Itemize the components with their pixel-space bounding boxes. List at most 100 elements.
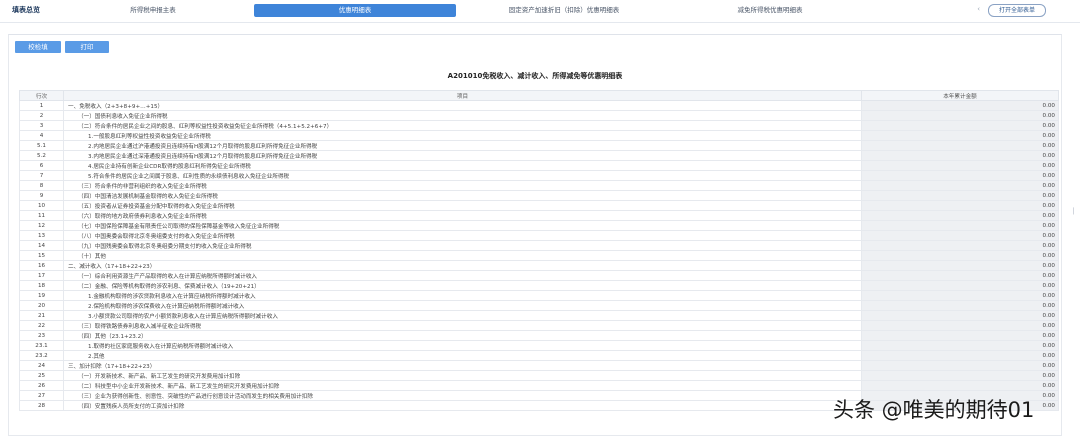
amount-cell[interactable]: 0.00 bbox=[861, 360, 1059, 371]
table-row: 23 （四）其他（23.1+23.2） 0.00 bbox=[19, 330, 1059, 341]
item-cell: （八）中国奥委会取得北京冬奥组委支付的收入免征企业所得税 bbox=[63, 230, 862, 241]
amount-cell[interactable]: 0.00 bbox=[861, 190, 1059, 201]
amount-cell[interactable]: 0.00 bbox=[861, 260, 1059, 271]
row-number-cell: 27 bbox=[19, 390, 64, 401]
amount-cell[interactable]: 0.00 bbox=[861, 370, 1059, 381]
table-row: 10 （五）投资者从证券投资基金分配中取得的收入免征企业所得税 0.00 bbox=[19, 200, 1059, 211]
item-cell: 二、减计收入（17+18+22+23） bbox=[63, 260, 862, 271]
amount-cell[interactable]: 0.00 bbox=[861, 270, 1059, 281]
check-button[interactable]: 校检填 bbox=[15, 41, 61, 53]
item-cell: （六）取得的地方政府债券利息收入免征企业所得税 bbox=[63, 210, 862, 221]
tab-fixed-asset-depreciation[interactable]: 固定资产加速折旧（扣除）优惠明细表 bbox=[464, 4, 664, 17]
table-row: 9 （四）中国清洁发展机制基金取得的收入免征企业所得税 0.00 bbox=[19, 190, 1059, 201]
amount-cell[interactable]: 0.00 bbox=[861, 330, 1059, 341]
table-header-row: 行次 项目 本年累计金额 bbox=[19, 90, 1059, 101]
table-row: 17 （一）综合利用资源生产产品取得的收入在计算应纳税所得额时减计收入 0.00 bbox=[19, 270, 1059, 281]
table-row: 23.1 1.取得的社区家庭服务收入在计算应纳税所得额时减计收入 0.00 bbox=[19, 340, 1059, 351]
amount-cell[interactable]: 0.00 bbox=[861, 290, 1059, 301]
amount-cell[interactable]: 0.00 bbox=[861, 200, 1059, 211]
table-row: 16 二、减计收入（17+18+22+23） 0.00 bbox=[19, 260, 1059, 271]
amount-cell[interactable]: 0.00 bbox=[861, 310, 1059, 321]
item-cell: （七）中国保险保障基金有限责任公司取得的保险保障基金等收入免征企业所得税 bbox=[63, 220, 862, 231]
row-number-cell: 24 bbox=[19, 360, 64, 371]
row-number-cell: 23 bbox=[19, 330, 64, 341]
amount-cell[interactable]: 0.00 bbox=[861, 320, 1059, 331]
form-title: A201010免税收入、减计收入、所得减免等优惠明细表 bbox=[447, 72, 623, 80]
amount-cell[interactable]: 0.00 bbox=[861, 100, 1059, 111]
table-row: 7 5.符合条件的居民企业之间属于股息、红利性质的永续债利息收入免征企业所得税 0.… bbox=[19, 170, 1059, 181]
amount-cell[interactable]: 0.00 bbox=[861, 130, 1059, 141]
row-number-cell: 6 bbox=[19, 160, 64, 171]
item-cell: （一）国债利息收入免征企业所得税 bbox=[63, 110, 862, 121]
amount-cell[interactable]: 0.00 bbox=[861, 350, 1059, 361]
item-cell: 2.其他 bbox=[63, 350, 862, 361]
row-number-cell: 11 bbox=[19, 210, 64, 221]
amount-cell[interactable]: 0.00 bbox=[861, 120, 1059, 131]
top-nav-bar: 填表总览 所得税申报主表 优惠明细表 固定资产加速折旧（扣除）优惠明细表 减免所… bbox=[0, 0, 1080, 23]
row-number-cell: 23.2 bbox=[19, 350, 64, 361]
item-cell: （三）取得铁路债券利息收入减半征收企业所得税 bbox=[63, 320, 862, 331]
row-number-cell: 7 bbox=[19, 170, 64, 181]
scroll-left-icon[interactable]: ‹ bbox=[977, 5, 980, 13]
row-number-cell: 26 bbox=[19, 380, 64, 391]
amount-cell[interactable]: 0.00 bbox=[861, 220, 1059, 231]
row-number-cell: 12 bbox=[19, 220, 64, 231]
table-body: 1 一、免税收入（2+3+8+9+…+15） 0.00 2 （一）国债利息收入免征企业所… bbox=[19, 100, 1059, 411]
amount-cell[interactable]: 0.00 bbox=[861, 140, 1059, 151]
item-cell: 三、加计扣除（17+18+22+23） bbox=[63, 360, 862, 371]
table-row: 13 （八）中国奥委会取得北京冬奥组委支付的收入免征企业所得税 0.00 bbox=[19, 230, 1059, 241]
amount-cell[interactable]: 0.00 bbox=[861, 170, 1059, 181]
table-row: 21 3.小额贷款公司取得的农户小额贷款利息收入在计算应纳税所得额时减计收入 0.0… bbox=[19, 310, 1059, 321]
table-row: 5.1 2.内地居民企业通过沪港通投资且连续持有H股满12个月取得的股息红利所得免… bbox=[19, 140, 1059, 151]
item-cell: （二）金融、保险等机构取得的涉农利息、保费减计收入（19+20+21） bbox=[63, 280, 862, 291]
overview-title[interactable]: 填表总览 bbox=[12, 5, 40, 15]
table-row: 6 4.居民企业持有创新企业CDR取得的股息红利所得免征企业所得税 0.00 bbox=[19, 160, 1059, 171]
tab-main-tax-form[interactable]: 所得税申报主表 bbox=[108, 4, 198, 17]
table-row: 20 2.保险机构取得的涉农保费收入在计算应纳税所得额时减计收入 0.00 bbox=[19, 300, 1059, 311]
amount-cell[interactable]: 0.00 bbox=[861, 250, 1059, 261]
amount-cell[interactable]: 0.00 bbox=[861, 180, 1059, 191]
table-row: 2 （一）国债利息收入免征企业所得税 0.00 bbox=[19, 110, 1059, 121]
item-cell: 1.取得的社区家庭服务收入在计算应纳税所得额时减计收入 bbox=[63, 340, 862, 351]
column-header-item: 项目 bbox=[63, 90, 862, 101]
item-cell: 4.居民企业持有创新企业CDR取得的股息红利所得免征企业所得税 bbox=[63, 160, 862, 171]
amount-cell[interactable]: 0.00 bbox=[861, 340, 1059, 351]
row-number-cell: 5.2 bbox=[19, 150, 64, 161]
row-number-cell: 4 bbox=[19, 130, 64, 141]
item-cell: （五）投资者从证券投资基金分配中取得的收入免征企业所得税 bbox=[63, 200, 862, 211]
item-cell: （一）综合利用资源生产产品取得的收入在计算应纳税所得额时减计收入 bbox=[63, 270, 862, 281]
row-number-cell: 23.1 bbox=[19, 340, 64, 351]
table-row: 12 （七）中国保险保障基金有限责任公司取得的保险保障基金等收入免征企业所得税 0.… bbox=[19, 220, 1059, 231]
print-button[interactable]: 打印 bbox=[65, 41, 109, 53]
amount-cell[interactable]: 0.00 bbox=[861, 240, 1059, 251]
amount-cell[interactable]: 0.00 bbox=[861, 380, 1059, 391]
row-number-cell: 9 bbox=[19, 190, 64, 201]
tab-preferential-detail[interactable]: 优惠明细表 bbox=[254, 4, 456, 17]
item-cell: 1.金融机构取得的涉农贷款利息收入在计算应纳税所得额时减计收入 bbox=[63, 290, 862, 301]
item-cell: （四）其他（23.1+23.2） bbox=[63, 330, 862, 341]
side-handle-icon[interactable]: ▏ bbox=[1073, 208, 1078, 215]
amount-cell[interactable]: 0.00 bbox=[861, 300, 1059, 311]
tab-tax-reduction-detail[interactable]: 减免所得税优惠明细表 bbox=[700, 4, 840, 17]
row-number-cell: 3 bbox=[19, 120, 64, 131]
row-number-cell: 5.1 bbox=[19, 140, 64, 151]
row-number-cell: 21 bbox=[19, 310, 64, 321]
amount-cell[interactable]: 0.00 bbox=[861, 110, 1059, 121]
open-all-forms-button[interactable]: 打开全部表单 bbox=[988, 4, 1046, 17]
item-cell: 3.内地居民企业通过深港通投资且连续持有H股满12个月取得的股息红利所得免征企业… bbox=[63, 150, 862, 161]
column-header-row-no: 行次 bbox=[19, 90, 64, 101]
row-number-cell: 16 bbox=[19, 260, 64, 271]
amount-cell[interactable]: 0.00 bbox=[861, 210, 1059, 221]
amount-cell[interactable]: 0.00 bbox=[861, 230, 1059, 241]
item-cell: （三）企业为获得创新性、创意性、突破性的产品进行创意设计活动而发生的相关费用加计… bbox=[63, 390, 862, 401]
row-number-cell: 13 bbox=[19, 230, 64, 241]
table-row: 25 （一）开发新技术、新产品、新工艺发生的研究开发费用加计扣除 0.00 bbox=[19, 370, 1059, 381]
row-number-cell: 8 bbox=[19, 180, 64, 191]
amount-cell[interactable]: 0.00 bbox=[861, 280, 1059, 291]
table-row: 18 （二）金融、保险等机构取得的涉农利息、保费减计收入（19+20+21） 0.0… bbox=[19, 280, 1059, 291]
item-cell: 2.内地居民企业通过沪港通投资且连续持有H股满12个月取得的股息红利所得免征企业… bbox=[63, 140, 862, 151]
amount-cell[interactable]: 0.00 bbox=[861, 150, 1059, 161]
amount-cell[interactable]: 0.00 bbox=[861, 160, 1059, 171]
row-number-cell: 18 bbox=[19, 280, 64, 291]
row-number-cell: 22 bbox=[19, 320, 64, 331]
